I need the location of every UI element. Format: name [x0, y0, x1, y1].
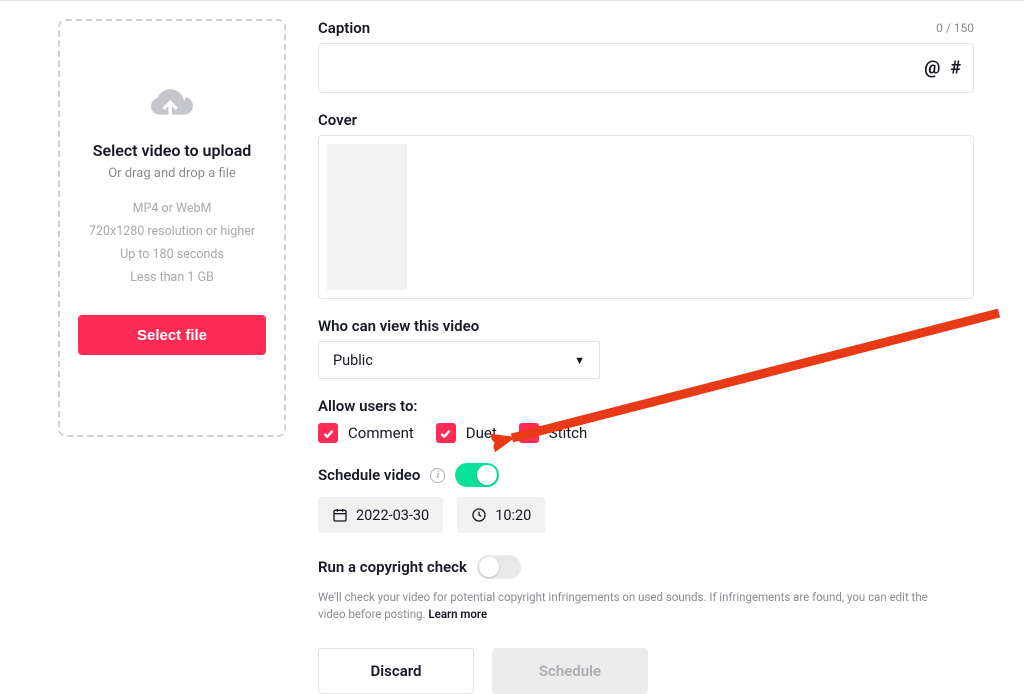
checkbox-label: Comment: [348, 424, 414, 442]
cover-label: Cover: [318, 111, 974, 129]
cloud-upload-icon: [151, 87, 193, 123]
schedule-date-value: 2022-03-30: [356, 507, 429, 524]
upload-hint: MP4 or WebM: [133, 201, 212, 216]
caption-input[interactable]: @ #: [318, 43, 974, 93]
schedule-time-value: 10:20: [495, 507, 531, 524]
info-icon[interactable]: i: [430, 468, 445, 483]
schedule-time-picker[interactable]: 10:20: [457, 497, 545, 533]
caption-counter: 0 / 150: [936, 21, 974, 35]
stitch-checkbox[interactable]: [519, 423, 539, 443]
hashtag-icon[interactable]: #: [950, 58, 961, 79]
schedule-date-picker[interactable]: 2022-03-30: [318, 497, 443, 533]
copyright-description: We'll check your video for potential cop…: [318, 589, 948, 624]
copyright-label: Run a copyright check: [318, 558, 467, 576]
schedule-button[interactable]: Schedule: [492, 648, 648, 694]
schedule-label: Schedule video: [318, 466, 420, 484]
upload-hint: Up to 180 seconds: [120, 247, 224, 262]
chevron-down-icon: ▼: [574, 354, 585, 367]
privacy-value: Public: [333, 352, 373, 369]
schedule-toggle[interactable]: [455, 463, 499, 487]
privacy-select[interactable]: Public ▼: [318, 341, 600, 379]
calendar-icon: [332, 507, 348, 523]
privacy-label: Who can view this video: [318, 317, 974, 335]
cover-selector[interactable]: [318, 135, 974, 299]
upload-subtitle: Or drag and drop a file: [108, 166, 236, 181]
upload-hint: Less than 1 GB: [130, 270, 214, 285]
checkbox-label: Stitch: [549, 424, 587, 442]
upload-hint: 720x1280 resolution or higher: [89, 224, 255, 239]
upload-dropzone[interactable]: Select video to upload Or drag and drop …: [58, 19, 286, 437]
caption-label: Caption: [318, 19, 370, 37]
copyright-toggle[interactable]: [477, 555, 521, 579]
clock-icon: [471, 507, 487, 523]
cover-thumbnail[interactable]: [327, 144, 407, 290]
discard-button[interactable]: Discard: [318, 648, 474, 694]
select-file-button[interactable]: Select file: [78, 315, 266, 355]
learn-more-link[interactable]: Learn more: [428, 607, 487, 621]
checkbox-label: Duet: [466, 424, 497, 442]
duet-checkbox[interactable]: [436, 423, 456, 443]
comment-checkbox[interactable]: [318, 423, 338, 443]
upload-title: Select video to upload: [93, 141, 252, 160]
mention-icon[interactable]: @: [924, 58, 940, 79]
allow-label: Allow users to:: [318, 397, 974, 415]
